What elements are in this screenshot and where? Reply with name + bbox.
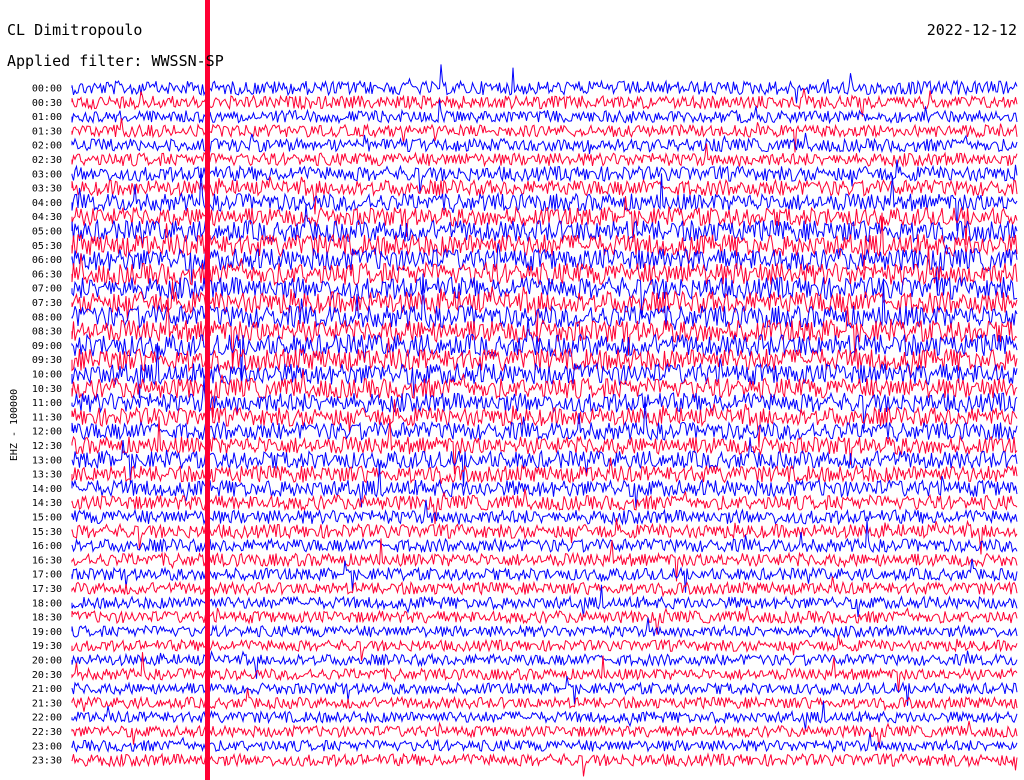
time-tick-label: 12:00 [32,427,62,438]
time-tick-label: 19:30 [32,641,62,652]
time-tick-label: 18:00 [32,598,62,609]
time-tick-label: 09:00 [32,341,62,352]
time-tick-label: 13:00 [32,455,62,466]
time-tick-label: 03:00 [32,169,62,180]
time-tick-label: 06:00 [32,255,62,266]
time-tick-label: 14:00 [32,484,62,495]
time-tick-label: 09:30 [32,355,62,366]
time-tick-label: 10:30 [32,384,62,395]
time-tick-label: 05:00 [32,227,62,238]
time-tick-label: 23:30 [32,756,62,767]
time-tick-label: 01:30 [32,126,62,137]
time-tick-label: 18:30 [32,613,62,624]
time-tick-label: 22:00 [32,713,62,724]
time-tick-label: 00:30 [32,98,62,109]
time-tick-label: 01:00 [32,112,62,123]
time-tick-label: 12:30 [32,441,62,452]
time-tick-label: 02:00 [32,141,62,152]
time-tick-label: 06:30 [32,269,62,280]
time-tick-label: 08:00 [32,312,62,323]
time-tick-label: 13:30 [32,470,62,481]
time-tick-label: 20:00 [32,656,62,667]
time-tick-label: 11:30 [32,412,62,423]
time-tick-label: 08:30 [32,327,62,338]
time-tick-label: 07:30 [32,298,62,309]
time-tick-label: 04:30 [32,212,62,223]
time-tick-label: 17:30 [32,584,62,595]
time-tick-label: 21:00 [32,684,62,695]
time-tick-label: 04:00 [32,198,62,209]
time-tick-label: 23:00 [32,741,62,752]
time-tick-label: 14:30 [32,498,62,509]
time-tick-label: 07:00 [32,284,62,295]
time-tick-label: 16:30 [32,555,62,566]
event-spike [205,0,210,780]
helicorder-plot: CL Dimitropoulo Applied filter: WWSSN-SP… [0,0,1024,780]
time-tick-label: 22:30 [32,727,62,738]
time-tick-label: 15:00 [32,513,62,524]
time-tick-label: 19:00 [32,627,62,638]
time-tick-label: 02:30 [32,155,62,166]
time-tick-label: 10:00 [32,370,62,381]
time-tick-label: 16:00 [32,541,62,552]
time-tick-label: 03:30 [32,184,62,195]
time-tick-label: 15:30 [32,527,62,538]
time-tick-label: 21:30 [32,698,62,709]
time-tick-label: 05:30 [32,241,62,252]
date-label: 2022-12-12 [927,21,1017,39]
time-tick-label: 00:00 [32,84,62,95]
time-tick-label: 20:30 [32,670,62,681]
channel-label: EHZ - 100000 [9,389,20,461]
time-tick-label: 11:00 [32,398,62,409]
station-title: CL Dimitropoulo [7,21,142,39]
filter-subtitle: Applied filter: WWSSN-SP [7,52,224,70]
time-tick-label: 17:00 [32,570,62,581]
